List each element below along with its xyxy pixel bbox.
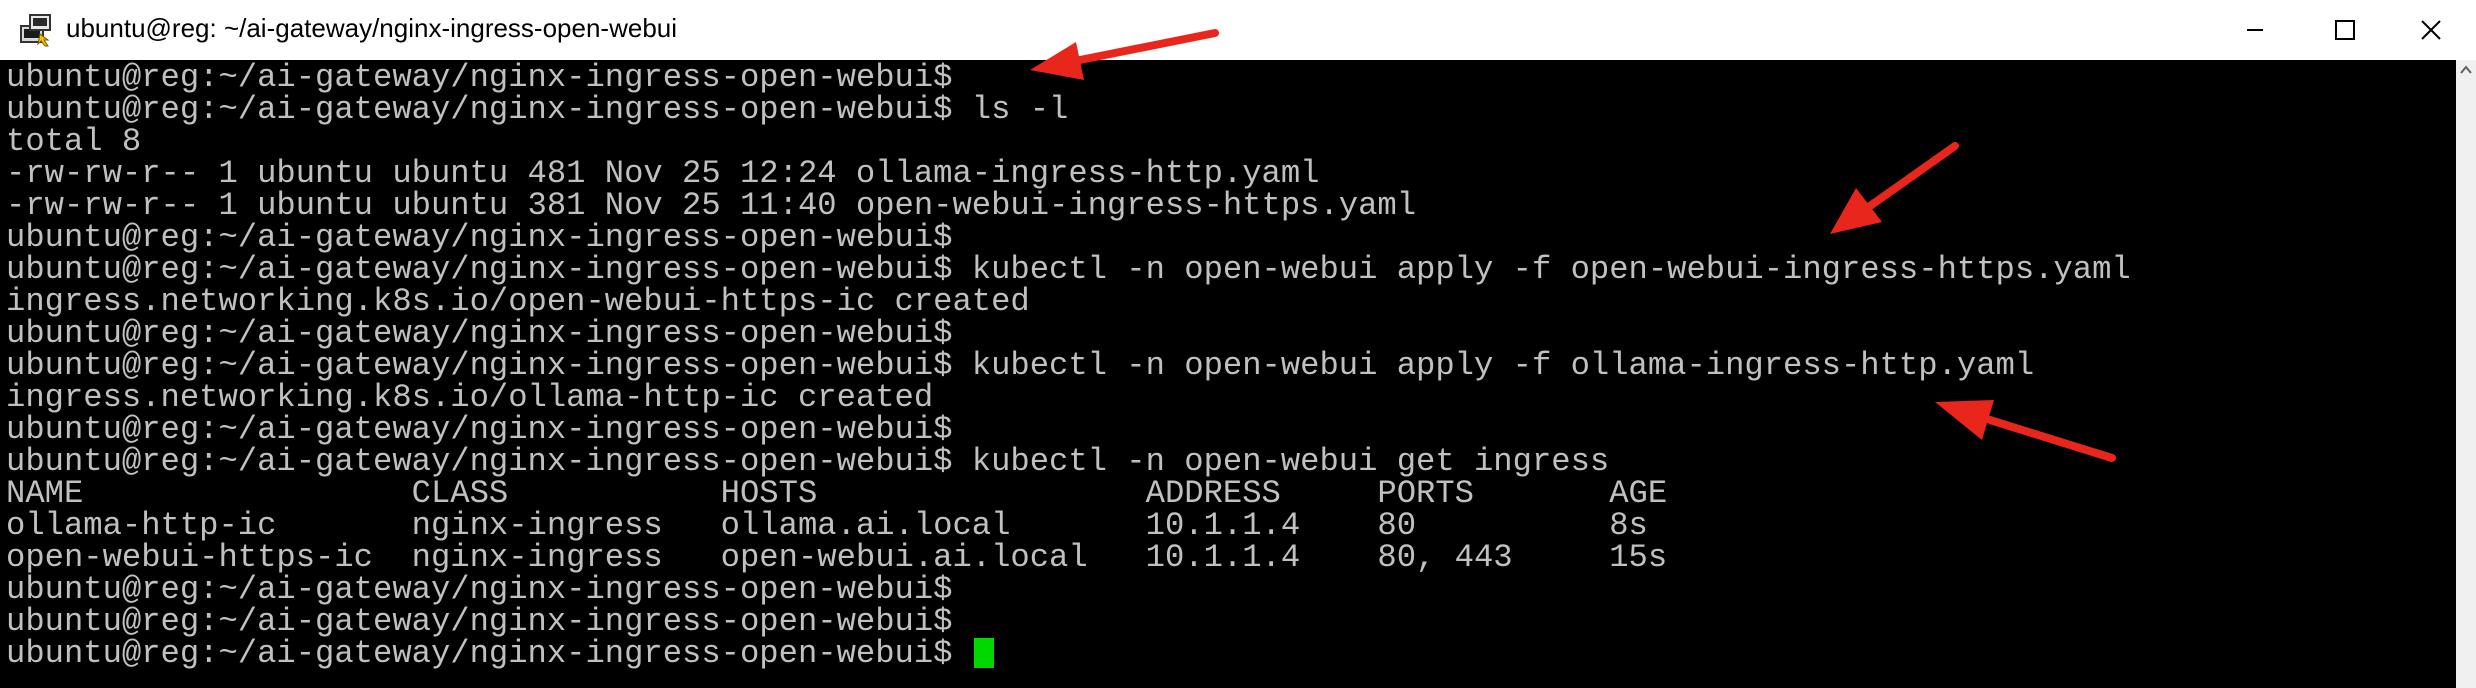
terminal-line: NAME CLASS HOSTS ADDRESS PORTS AGE [6,477,2131,510]
vertical-scrollbar[interactable] [2456,60,2476,688]
putty-terminal-icon[interactable] [18,12,54,48]
terminal-line: -rw-rw-r-- 1 ubuntu ubuntu 381 Nov 25 11… [6,189,2131,222]
terminal-line: -rw-rw-r-- 1 ubuntu ubuntu 481 Nov 25 12… [6,157,2131,190]
terminal-line: open-webui-https-ic nginx-ingress open-w… [6,541,2131,574]
terminal-line: ubuntu@reg:~/ai-gateway/nginx-ingress-op… [6,605,2131,638]
terminal-line: ubuntu@reg:~/ai-gateway/nginx-ingress-op… [6,221,2131,254]
terminal-line: ubuntu@reg:~/ai-gateway/nginx-ingress-op… [6,91,2131,128]
minimize-icon [2247,29,2263,31]
maximize-button[interactable] [2300,0,2390,60]
terminal-line: ubuntu@reg:~/ai-gateway/nginx-ingress-op… [6,347,2131,384]
terminal-line: ubuntu@reg:~/ai-gateway/nginx-ingress-op… [6,573,2131,606]
shell-prompt: ubuntu@reg:~/ai-gateway/nginx-ingress-op… [6,635,953,672]
terminal-window: ubuntu@reg: ~/ai-gateway/nginx-ingress-o… [0,0,2476,688]
close-button[interactable] [2386,0,2476,60]
terminal-line: ubuntu@reg:~/ai-gateway/nginx-ingress-op… [6,635,2131,672]
window-title: ubuntu@reg: ~/ai-gateway/nginx-ingress-o… [66,13,678,43]
terminal-line: ubuntu@reg:~/ai-gateway/nginx-ingress-op… [6,317,2131,350]
terminal-output[interactable]: ubuntu@reg:~/ai-gateway/nginx-ingress-op… [0,60,2456,688]
terminal-lines: ubuntu@reg:~/ai-gateway/nginx-ingress-op… [6,61,2131,672]
command-text: kubectl -n open-webui apply -f open-webu… [952,251,2131,288]
shell-prompt: ubuntu@reg:~/ai-gateway/nginx-ingress-op… [6,91,953,128]
title-bar[interactable]: ubuntu@reg: ~/ai-gateway/nginx-ingress-o… [0,0,2476,61]
terminal-line: ollama-http-ic nginx-ingress ollama.ai.l… [6,509,2131,542]
terminal-line: ubuntu@reg:~/ai-gateway/nginx-ingress-op… [6,251,2131,288]
close-icon [2421,20,2441,40]
maximize-icon [2335,20,2355,40]
command-text: ls -l [952,91,1069,128]
terminal-line: ubuntu@reg:~/ai-gateway/nginx-ingress-op… [6,61,2131,94]
text-cursor [973,638,994,668]
command-text [952,635,971,672]
terminal-line: ubuntu@reg:~/ai-gateway/nginx-ingress-op… [6,413,2131,446]
command-text: kubectl -n open-webui apply -f ollama-in… [952,347,2035,384]
terminal-line: total 8 [6,125,2131,158]
scroll-up-arrow-icon[interactable] [2456,60,2476,80]
minimize-button[interactable] [2210,0,2300,60]
terminal-line: ingress.networking.k8s.io/ollama-http-ic… [6,381,2131,414]
terminal-line: ingress.networking.k8s.io/open-webui-htt… [6,285,2131,318]
terminal-line: ubuntu@reg:~/ai-gateway/nginx-ingress-op… [6,445,2131,478]
